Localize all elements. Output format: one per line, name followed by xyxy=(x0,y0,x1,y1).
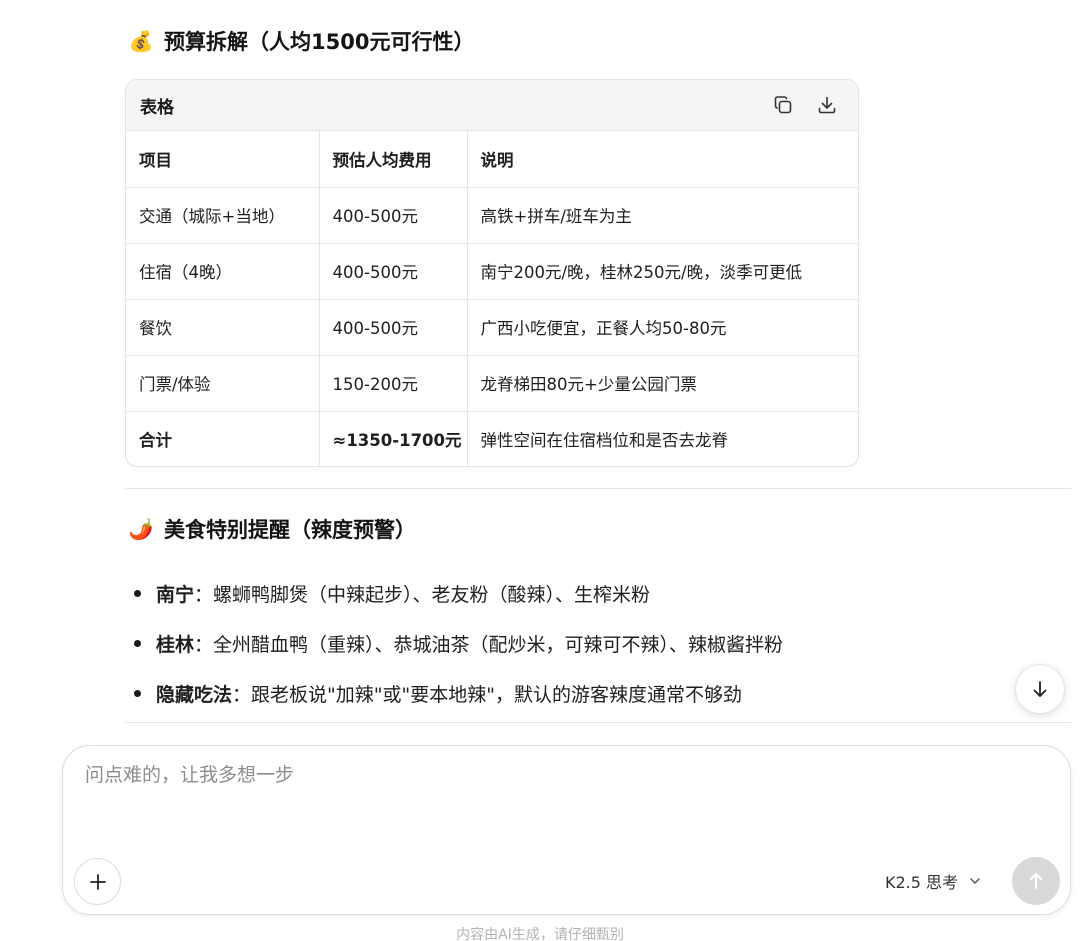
bullet-dot xyxy=(134,689,141,697)
table-header-row: 项目 预估人均费用 说明 xyxy=(126,131,858,188)
table-cell: 400-500元 xyxy=(318,243,467,300)
list-item: 隐藏吃法 ：跟老板说"加辣"或"要本地辣"，默认的游客辣度通常不够劲 xyxy=(134,668,783,718)
list-item: 桂林 ：全州醋血鸭（重辣）、恭城油茶（配炒米，可辣可不辣）、辣椒酱拌粉 xyxy=(134,618,783,668)
download-icon[interactable] xyxy=(816,94,838,116)
table-cell: 南宁200元/晚，桂林250元/晚，淡季可更低 xyxy=(466,243,858,300)
food-tips-list: 南宁 ：螺蛳鸭脚煲（中辣起步）、老友粉（酸辣）、生榨米粉 桂林 ：全州醋血鸭（重… xyxy=(134,568,783,718)
table-row: 餐饮 400-500元 广西小吃便宜，正餐人均50-80元 xyxy=(126,299,858,356)
plus-icon xyxy=(89,873,106,890)
table-row: 住宿（4晚） 400-500元 南宁200元/晚，桂林250元/晚，淡季可更低 xyxy=(126,243,858,300)
model-selector[interactable]: K2.5 思考 xyxy=(885,869,982,893)
table-row: 交通（城际+当地） 400-500元 高铁+拼车/班车为主 xyxy=(126,187,858,244)
message-composer: K2.5 思考 xyxy=(62,745,1071,915)
list-item-text: ：螺蛳鸭脚煲（中辣起步）、老友粉（酸辣）、生榨米粉 xyxy=(194,583,651,606)
message-input[interactable] xyxy=(85,764,1045,786)
table-cell: 广西小吃便宜，正餐人均50-80元 xyxy=(466,299,858,356)
food-section-heading: 🌶️ 美食特别提醒（辣度预警） xyxy=(128,514,416,544)
table-card-label: 表格 xyxy=(140,97,174,118)
chat-page: 💰 预算拆解（人均1500元可行性） 表格 项目 预估人均费用 说明 交通（城际… xyxy=(0,0,1080,941)
table-cell: 住宿（4晚） xyxy=(126,243,319,300)
budget-table-card: 表格 项目 预估人均费用 说明 交通（城际+当地） 400-500元 高铁+拼车… xyxy=(125,79,859,467)
copy-icon[interactable] xyxy=(772,94,794,116)
table-card-header: 表格 xyxy=(126,80,858,131)
list-item-text: ：跟老板说"加辣"或"要本地辣"，默认的游客辣度通常不够劲 xyxy=(232,683,742,706)
arrow-up-icon xyxy=(1029,873,1043,889)
table-cell: ≈1350-1700元 xyxy=(318,411,467,466)
table-cell: 交通（城际+当地） xyxy=(126,187,319,244)
table-row: 门票/体验 150-200元 龙脊梯田80元+少量公园门票 xyxy=(126,355,858,412)
scroll-to-bottom-button[interactable] xyxy=(1015,664,1065,714)
section-divider xyxy=(125,488,1071,489)
food-section-title: 美食特别提醒（辣度预警） xyxy=(164,518,416,542)
table-cell: 龙脊梯田80元+少量公园门票 xyxy=(466,355,858,412)
chili-pepper-icon: 🌶️ xyxy=(128,517,154,541)
model-selector-label: K2.5 思考 xyxy=(885,873,959,892)
table-total-row: 合计 ≈1350-1700元 弹性空间在住宿档位和是否去龙脊 xyxy=(126,411,858,466)
ai-disclaimer: 内容由AI生成，请仔细甄别 xyxy=(456,927,624,941)
money-bag-icon: 💰 xyxy=(128,29,154,53)
table-cell: 合计 xyxy=(139,431,172,451)
table-tools xyxy=(772,94,838,116)
bullet-dot xyxy=(134,589,141,597)
budget-section-heading: 💰 预算拆解（人均1500元可行性） xyxy=(128,26,475,56)
table-cell: 高铁+拼车/班车为主 xyxy=(466,187,858,244)
chevron-down-icon xyxy=(970,878,980,884)
table-cell: 400-500元 xyxy=(318,187,467,244)
list-item-text: ：全州醋血鸭（重辣）、恭城油茶（配炒米，可辣可不辣）、辣椒酱拌粉 xyxy=(194,633,784,656)
add-attachment-button[interactable] xyxy=(74,858,121,905)
column-header-cost: 预估人均费用 xyxy=(318,131,467,188)
table-cell: 400-500元 xyxy=(318,299,467,356)
table-cell: 150-200元 xyxy=(318,355,467,412)
section-divider xyxy=(125,722,1071,723)
budget-table: 项目 预估人均费用 说明 交通（城际+当地） 400-500元 高铁+拼车/班车… xyxy=(126,131,858,466)
column-header-item: 项目 xyxy=(126,131,319,188)
arrow-down-icon xyxy=(1033,681,1047,697)
table-cell: 弹性空间在住宿档位和是否去龙脊 xyxy=(466,411,858,466)
column-header-note: 说明 xyxy=(466,131,858,188)
bullet-dot xyxy=(134,639,141,647)
budget-section-title: 预算拆解（人均1500元可行性） xyxy=(164,30,475,54)
list-item-key: 桂林 xyxy=(156,633,195,656)
table-cell: 门票/体验 xyxy=(126,355,319,412)
list-item-key: 隐藏吃法 xyxy=(156,683,233,706)
list-item: 南宁 ：螺蛳鸭脚煲（中辣起步）、老友粉（酸辣）、生榨米粉 xyxy=(134,568,783,618)
send-button[interactable] xyxy=(1012,857,1060,905)
list-item-key: 南宁 xyxy=(156,583,195,606)
table-cell: 餐饮 xyxy=(126,299,319,356)
